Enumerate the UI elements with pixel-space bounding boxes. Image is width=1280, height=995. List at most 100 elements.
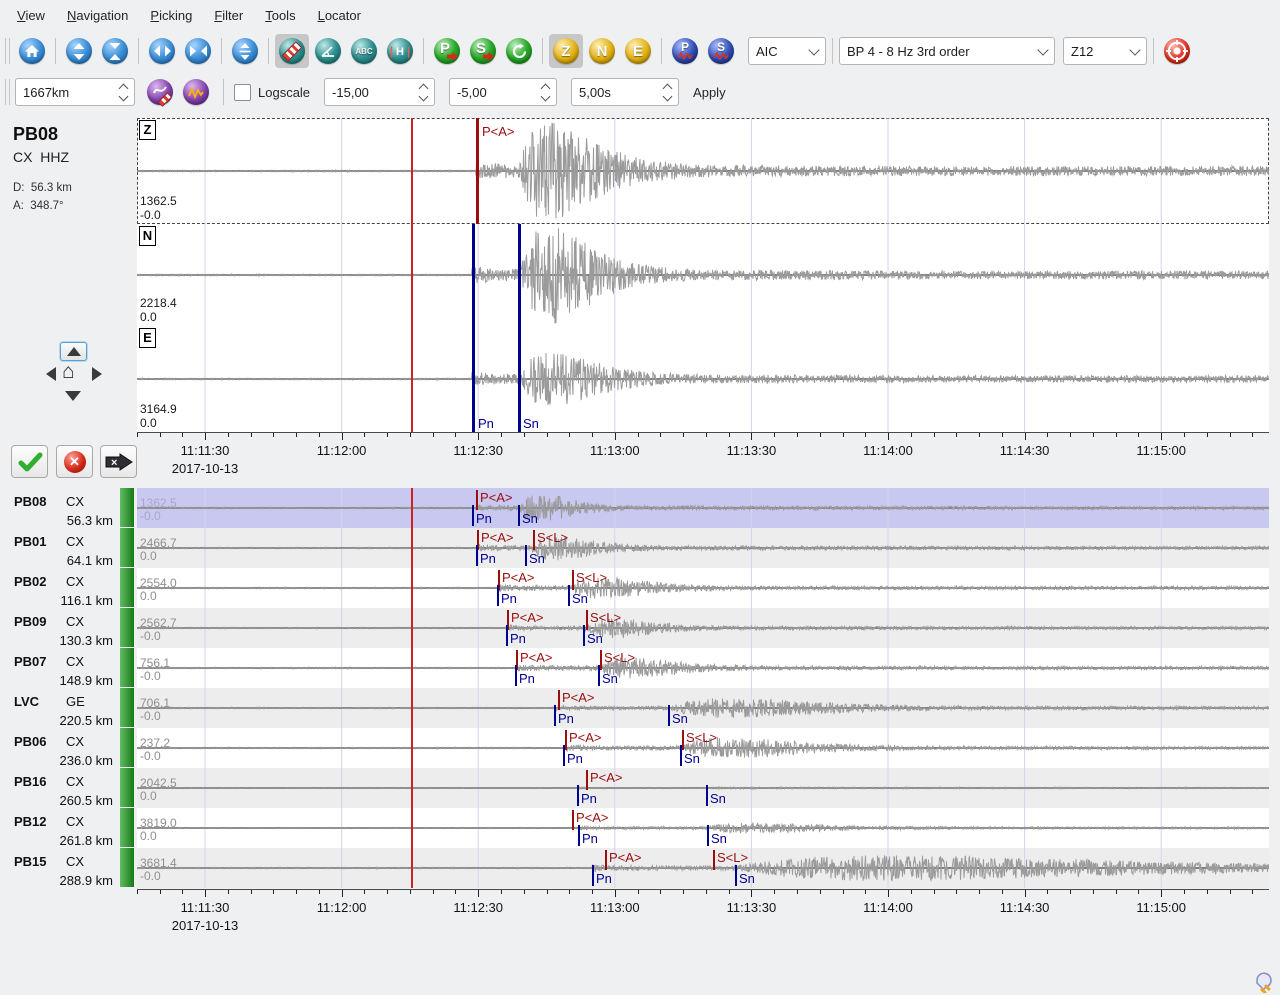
relocate-button[interactable] (1160, 34, 1194, 68)
home-button[interactable] (15, 34, 49, 68)
station-trace[interactable]: 1362.5-0.0P<A>PnSn (137, 488, 1269, 528)
spinner-arrows-icon[interactable] (112, 85, 127, 100)
min-value-spinbox[interactable]: -15,00 (324, 78, 435, 106)
phase-pick-line[interactable] (572, 810, 574, 830)
time-window-button[interactable]: ❘H❘ (383, 34, 417, 68)
station-trace[interactable]: 3819.00.0P<A>PnSn (137, 808, 1269, 848)
scroll-down-button[interactable] (65, 391, 81, 401)
phase-pick-line[interactable] (533, 530, 535, 550)
station-trace[interactable]: 2466.70.0P<A>S<L>PnSn (137, 528, 1269, 568)
phase-pick-line[interactable] (592, 865, 594, 886)
rotation-select[interactable]: Z12 (1063, 37, 1147, 65)
spinner-arrows-icon[interactable] (412, 85, 427, 100)
station-row-pb15[interactable]: PB15CX288.9 km 3681.4-0.0P<A>S<L>PnSn (0, 848, 1280, 888)
station-row-pb08[interactable]: PB08CX56.3 km 1362.5-0.0P<A>PnSn (0, 488, 1280, 528)
component-z-button[interactable]: Z (549, 34, 583, 68)
station-row-pb02[interactable]: PB02CX116.1 km 2554.00.0P<A>S<L>PnSn (0, 568, 1280, 608)
amplitude-scale-button[interactable] (143, 75, 177, 109)
phase-pick-line[interactable] (680, 745, 682, 766)
apply-button[interactable]: Apply (693, 85, 726, 100)
toolbar-handle[interactable] (5, 79, 10, 105)
time-zoom-in-button[interactable] (145, 34, 179, 68)
station-row-pb07[interactable]: PB07CX148.9 km 756.1-0.0P<A>S<L>PnSn (0, 648, 1280, 688)
logscale-checkbox[interactable] (234, 84, 251, 101)
component-e-button[interactable]: E (621, 34, 655, 68)
max-value-spinbox[interactable]: -5,00 (449, 78, 557, 106)
measure-angle-button[interactable] (311, 34, 345, 68)
toolbar-handle[interactable] (5, 38, 10, 64)
phase-pick-line[interactable] (583, 625, 585, 646)
scroll-right-button[interactable] (92, 367, 102, 381)
pick-ruler-button[interactable] (275, 34, 309, 68)
station-row-pb09[interactable]: PB09CX130.3 km 2562.7-0.0P<A>S<L>PnSn (0, 608, 1280, 648)
menu-tools[interactable]: Tools (254, 3, 306, 28)
normalize-amplitude-button[interactable] (228, 34, 262, 68)
phase-pick-line[interactable] (525, 545, 527, 566)
station-row-pb01[interactable]: PB01CX64.1 km 2466.70.0P<A>S<L>PnSn (0, 528, 1280, 568)
phase-pick-line[interactable] (472, 505, 474, 526)
phase-pick-line[interactable] (668, 705, 670, 726)
menu-filter[interactable]: Filter (203, 3, 254, 28)
phase-pick-line[interactable] (563, 745, 565, 766)
component-n-button[interactable]: N (585, 34, 619, 68)
phase-pick-line[interactable] (713, 850, 715, 870)
phase-pick-line[interactable] (735, 865, 737, 886)
station-trace[interactable]: 756.1-0.0P<A>S<L>PnSn (137, 648, 1269, 688)
menu-view[interactable]: View (6, 3, 56, 28)
menu-navigation[interactable]: Navigation (56, 3, 139, 28)
phase-pick-line[interactable] (707, 825, 709, 846)
picker-algorithm-select[interactable]: AIC (748, 37, 826, 65)
confirm-picks-button[interactable] (11, 445, 48, 478)
theoretical-p-button[interactable]: P (668, 34, 702, 68)
station-trace[interactable]: 3681.4-0.0P<A>S<L>PnSn (137, 848, 1269, 888)
phase-pick-line[interactable] (497, 585, 499, 606)
trace-row-z[interactable]: Z1362.5-0.0P<A> (137, 118, 1269, 224)
phase-pick-line[interactable] (586, 770, 588, 790)
station-trace[interactable]: 2042.50.0P<A>PnSn (137, 768, 1269, 808)
phase-pick-line[interactable] (578, 825, 580, 846)
phase-pick-line[interactable] (515, 665, 517, 686)
annotation-button[interactable]: ABC (347, 34, 381, 68)
station-trace[interactable]: 706.1-0.0P<A>PnSn (137, 688, 1269, 728)
spinner-arrows-icon[interactable] (534, 85, 549, 100)
phase-pick-line[interactable] (518, 505, 520, 526)
phase-pick-line[interactable] (506, 625, 508, 646)
refresh-picks-button[interactable] (502, 34, 536, 68)
station-row-pb12[interactable]: PB12CX261.8 km 3819.00.0P<A>PnSn (0, 808, 1280, 848)
phase-pick-line[interactable] (472, 224, 475, 326)
phase-pick-line[interactable] (706, 785, 708, 806)
scroll-up-button[interactable] (60, 342, 87, 361)
phase-pick-line[interactable] (598, 665, 600, 686)
station-row-pb06[interactable]: PB06CX236.0 km 237.2-0.0P<A>S<L>PnSn (0, 728, 1280, 768)
time-window-spinbox[interactable]: 5,00s (571, 78, 679, 106)
pick-p-button[interactable]: P (430, 34, 464, 68)
station-row-pb16[interactable]: PB16CX260.5 km 2042.50.0P<A>PnSn (0, 768, 1280, 808)
phase-pick-line[interactable] (472, 326, 475, 432)
phase-pick-line-p[interactable] (476, 118, 479, 224)
home-position-button[interactable]: ⌂ (62, 360, 75, 384)
spinner-arrows-icon[interactable] (656, 85, 671, 100)
phase-pick-line[interactable] (565, 730, 567, 750)
menu-picking[interactable]: Picking (139, 3, 203, 28)
amplitude-zoom-spinbox[interactable]: 1667km (15, 78, 135, 106)
phase-pick-line[interactable] (476, 545, 478, 566)
amplitude-zoom-out-button[interactable] (98, 34, 132, 68)
phase-pick-line[interactable] (558, 690, 560, 710)
menu-locator[interactable]: Locator (307, 3, 372, 28)
scroll-left-button[interactable] (46, 367, 56, 381)
pick-s-button[interactable]: S (466, 34, 500, 68)
phase-pick-line[interactable] (586, 610, 588, 630)
time-zoom-out-button[interactable] (181, 34, 215, 68)
apply-and-next-button[interactable]: × (100, 445, 137, 478)
amplitude-zoom-in-button[interactable] (62, 34, 96, 68)
theoretical-s-button[interactable]: S (704, 34, 738, 68)
current-trace-panel[interactable]: Z1362.5-0.0P<A> N2218.40.0 E3164.90.0PnS… (137, 118, 1269, 432)
trace-row-e[interactable]: E3164.90.0PnSn (137, 326, 1269, 432)
phase-pick-line[interactable] (572, 570, 574, 590)
phase-pick-line[interactable] (568, 585, 570, 606)
filter-select[interactable]: BP 4 - 8 Hz 3rd order (839, 37, 1055, 65)
trace-row-n[interactable]: N2218.40.0 (137, 224, 1269, 326)
phase-pick-line[interactable] (682, 730, 684, 750)
station-trace[interactable]: 237.2-0.0P<A>S<L>PnSn (137, 728, 1269, 768)
phase-pick-line[interactable] (476, 490, 478, 510)
